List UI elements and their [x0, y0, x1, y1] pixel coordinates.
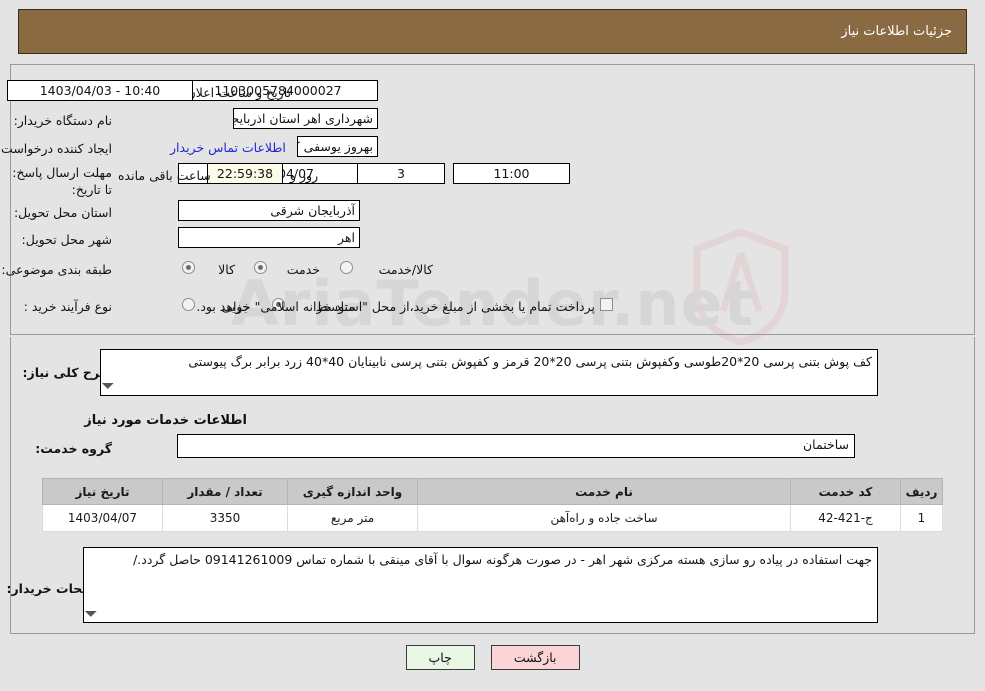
button-bar: بازگشت چاپ	[0, 645, 985, 670]
creator-value[interactable]: بهروز یوسفی کاربرداز شهرداری اهر استان ا…	[297, 136, 378, 157]
table-row[interactable]: 1 ج-421-42 ساخت جاده و راه‌آهن متر مربع …	[42, 504, 943, 532]
service-group-label: گروه خدمت:	[35, 441, 112, 456]
category-label: طبقه بندی موضوعی:	[1, 262, 112, 277]
col-name: نام خدمت	[417, 478, 791, 505]
radio-category-1[interactable]	[254, 261, 267, 274]
radio-category-2[interactable]	[340, 261, 353, 274]
creator-label: ایجاد کننده درخواست:	[0, 141, 112, 156]
table-header-row: ردیف کد خدمت نام خدمت واحد اندازه گیری ت…	[42, 478, 943, 505]
radio-category-1-label: خدمت	[286, 262, 320, 277]
deadline-days[interactable]: 3	[357, 163, 445, 184]
col-row: ردیف	[900, 478, 943, 505]
service-group-value[interactable]: ساختمان	[177, 434, 855, 458]
buyer-contact-link[interactable]: اطلاعات تماس خریدار	[170, 140, 286, 155]
remaining-label: ساعت باقی مانده	[118, 168, 211, 183]
cell-qty: 3350	[162, 504, 288, 532]
treasury-checkbox-label: پرداخت تمام یا بخشی از مبلغ خرید،از محل …	[196, 299, 595, 314]
cell-date: 1403/04/07	[42, 504, 163, 532]
days-label: روز و	[290, 168, 319, 183]
col-code: کد خدمت	[790, 478, 901, 505]
announce-value[interactable]: 1403/04/03 - 10:40	[7, 80, 193, 101]
countdown-value: 22:59:38	[207, 163, 283, 184]
city-value[interactable]: اهر	[178, 227, 360, 248]
cell-name: ساخت جاده و راه‌آهن	[417, 504, 791, 532]
back-button[interactable]: بازگشت	[490, 645, 580, 670]
province-label: استان محل تحویل:	[13, 205, 112, 220]
deadline-label: مهلت ارسال پاسخ: تا تاریخ:	[12, 165, 112, 197]
buyer-org-value[interactable]: شهرداری اهر استان اذربایجان شرقی	[233, 108, 378, 129]
treasury-checkbox[interactable]	[600, 298, 613, 311]
col-qty: تعداد / مقدار	[162, 478, 288, 505]
services-table: ردیف کد خدمت نام خدمت واحد اندازه گیری ت…	[42, 478, 943, 532]
process-label: نوع فرآیند خرید :	[23, 299, 112, 314]
buyer-org-label: نام دستگاه خریدار:	[13, 113, 112, 128]
radio-category-0-label: کالا	[218, 262, 235, 277]
radio-process-0[interactable]	[182, 298, 195, 311]
page-root: AriaTender.net جزئیات اطلاعات نیاز شماره…	[0, 0, 985, 691]
services-section-title: اطلاعات خدمات مورد نیاز	[84, 413, 247, 428]
cell-unit: متر مربع	[287, 504, 418, 532]
print-button[interactable]: چاپ	[405, 645, 475, 670]
cell-code: ج-421-42	[790, 504, 901, 532]
deadline-time[interactable]: 11:00	[453, 163, 570, 184]
col-unit: واحد اندازه گیری	[287, 478, 418, 505]
province-value[interactable]: آذربایجان شرقی	[178, 200, 360, 221]
cell-row: 1	[900, 504, 943, 532]
notes-textarea[interactable]: جهت استفاده در پیاده رو سازی هسته مرکزی …	[83, 547, 878, 623]
description-textarea[interactable]: کف پوش بتنی پرسی 20*20طوسی وکفپوش بتنی پ…	[100, 349, 878, 396]
description-label: شرح کلی نیاز:	[22, 365, 112, 380]
radio-category-2-label: کالا/خدمت	[378, 262, 433, 277]
city-label: شهر محل تحویل:	[21, 232, 112, 247]
radio-category-0[interactable]	[182, 261, 195, 274]
col-date: تاریخ نیاز	[42, 478, 163, 505]
